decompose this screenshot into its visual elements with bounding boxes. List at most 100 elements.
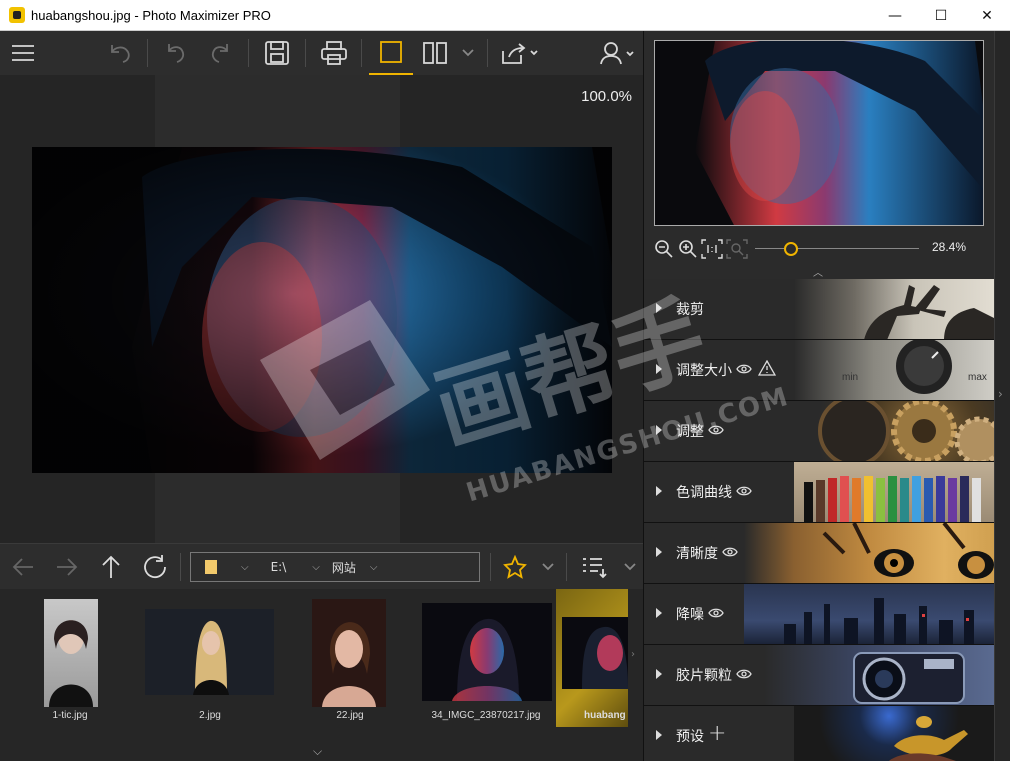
favorite-star-icon[interactable] [502,544,528,590]
thumbnail-image [562,617,628,689]
main-toolbar [0,31,643,75]
module-list: 裁剪 min max 调整大小 调整 色调曲线 清晰度 降噪 胶片颗粒 预设 + [644,279,994,761]
module-sharpness-background [744,523,994,583]
module-crop[interactable]: 裁剪 [644,279,994,340]
module-label: 调整 [676,424,704,440]
up-arrow-icon[interactable] [98,544,124,590]
module-label: 裁剪 [676,302,704,318]
thumbnail-label: huabang [584,710,626,721]
chevron-right-icon: › [998,387,1003,401]
collapse-up-chevron-icon[interactable]: ︿ [813,264,823,279]
zoom-out-icon[interactable] [654,239,674,262]
module-noise-reduction[interactable]: 降噪 [644,584,994,645]
favorites-dropdown-chevron-icon[interactable] [540,544,556,590]
chevron-down-icon[interactable]: ⌵ [312,562,320,573]
image-canvas[interactable]: 100.0% [0,75,643,543]
redo-icon[interactable] [204,31,236,75]
expand-down-chevron-icon[interactable]: ⌵ [313,744,322,759]
zoom-slider-track[interactable] [755,248,919,249]
module-film-grain-background [764,645,994,705]
navbar-separator [566,553,567,581]
file-browser-navbar: ⌵ E:\ ⌵ 网站 ⌵ [0,543,643,589]
thumbnail-item[interactable]: 22.jpg [305,589,395,729]
module-tone-curve-background [794,462,994,522]
thumbnail-label: 34_IMGC_23870217.jpg [431,710,541,721]
path-breadcrumb[interactable]: ⌵ E:\ ⌵ 网站 ⌵ [190,552,480,582]
add-preset-plus-icon[interactable]: + [708,721,726,746]
thumbnail-strip: 1-tic.jpg 2.jpg 22.jpg 34_IMGC_23870217.… [0,589,643,761]
expand-triangle-icon [656,364,662,374]
window-controls: — ☐ ✕ [872,0,1010,31]
path-drive[interactable]: E:\ [271,560,287,574]
left-panel: 100.0% ⌵ E:\ ⌵ 网站 ⌵ 1-tic.jpg 2.jpg 22.j… [0,31,643,761]
module-sharpness[interactable]: 清晰度 [644,523,994,584]
single-view-icon[interactable] [369,31,413,75]
thumbnail-item[interactable]: 1-tic.jpg [30,589,110,729]
print-icon[interactable] [317,31,351,75]
canvas-zoom-label: 100.0% [581,88,632,105]
maximize-button[interactable]: ☐ [918,0,964,31]
expand-triangle-icon [656,425,662,435]
share-icon[interactable] [497,31,541,75]
visibility-eye-icon[interactable] [708,607,724,622]
toolbar-separator [305,39,306,67]
module-tone-curve[interactable]: 色调曲线 [644,462,994,523]
module-presets[interactable]: 预设 + [644,706,994,761]
thumbnail-scroll-right[interactable]: › [628,589,643,727]
chevron-right-icon: › [631,649,635,660]
visibility-eye-icon[interactable] [736,485,752,500]
thumbnail-item[interactable]: 2.jpg [140,589,280,729]
chevron-down-icon[interactable]: ⌵ [370,562,378,573]
minimize-button[interactable]: — [872,0,918,31]
hamburger-menu-icon[interactable] [8,31,38,75]
navigator-preview[interactable] [654,40,984,226]
thumbnail-item-selected[interactable]: huabang [556,589,628,729]
save-icon[interactable] [261,31,293,75]
visibility-eye-icon[interactable] [722,546,738,561]
navbar-separator [180,553,181,581]
view-dropdown-chevron-icon[interactable] [458,31,478,75]
zoom-in-icon[interactable] [678,239,698,262]
sort-dropdown-chevron-icon[interactable] [622,544,638,590]
toolbar-separator [248,39,249,67]
module-crop-background [794,279,994,339]
visibility-eye-icon[interactable] [736,363,752,378]
refresh-icon[interactable] [141,544,169,590]
main-photo[interactable] [32,147,612,473]
forward-arrow-icon[interactable] [54,544,80,590]
app-logo-icon [9,7,25,23]
module-adjust-background [794,401,994,461]
visibility-eye-icon[interactable] [708,424,724,439]
thumbnail-image [312,599,386,707]
back-arrow-icon[interactable] [10,544,36,590]
zoom-actual-size-icon[interactable] [701,239,723,262]
right-collapse-strip[interactable]: › [994,31,1010,761]
module-film-grain[interactable]: 胶片颗粒 [644,645,994,706]
resize-dial-min-label: min [842,372,859,383]
thumbnail-item[interactable]: 34_IMGC_23870217.jpg [416,589,556,729]
chevron-down-icon[interactable]: ⌵ [241,562,249,573]
toolbar-separator [487,39,488,67]
resize-dial-max-label: max [968,372,987,383]
module-label: 预设 [676,729,704,745]
path-folder[interactable]: 网站 [332,559,356,576]
zoom-fit-icon[interactable] [726,239,748,262]
close-button[interactable]: ✕ [964,0,1010,31]
module-presets-background [794,706,994,761]
navbar-separator [490,553,491,581]
sort-list-icon[interactable] [580,544,608,590]
navigator-zoom-row: 28.4% [644,231,994,265]
zoom-slider-knob[interactable] [784,242,799,256]
visibility-eye-icon[interactable] [736,668,752,683]
title-bar: huabangshou.jpg - Photo Maximizer PRO — … [0,0,1010,31]
warning-icon[interactable] [757,359,777,379]
user-icon[interactable] [598,31,638,75]
expand-triangle-icon [656,669,662,679]
module-resize-background: min max [794,340,994,400]
module-resize[interactable]: min max 调整大小 [644,340,994,401]
split-view-icon[interactable] [420,31,450,75]
undo-icon[interactable] [160,31,192,75]
module-adjust[interactable]: 调整 [644,401,994,462]
expand-triangle-icon [656,303,662,313]
undo-all-icon[interactable] [104,31,136,75]
